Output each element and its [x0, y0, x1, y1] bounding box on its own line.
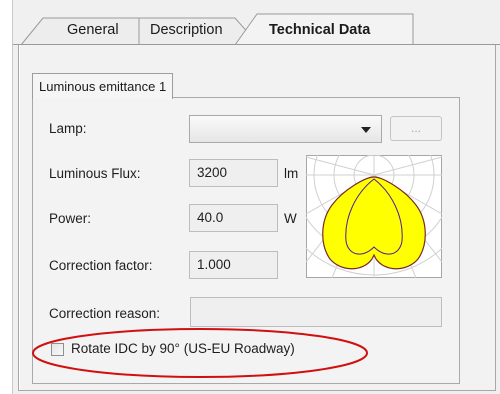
light-distribution-diagram: [306, 155, 442, 278]
lamp-label: Lamp:: [49, 121, 87, 136]
tab-strip: General Description Technical Data: [13, 0, 500, 46]
correction-factor-field[interactable]: 1.000: [189, 251, 278, 279]
chevron-down-icon: [361, 127, 371, 133]
tab-description[interactable]: Description: [150, 22, 223, 38]
correction-reason-label: Correction reason:: [49, 306, 161, 321]
correction-reason-field[interactable]: [190, 297, 442, 327]
luminous-flux-unit: lm: [284, 166, 299, 181]
lamp-browse-button[interactable]: ...: [390, 116, 442, 141]
subtab-luminous-emittance-1[interactable]: Luminous emittance 1: [32, 73, 174, 99]
luminous-flux-label: Luminous Flux:: [49, 166, 141, 181]
luminous-flux-field[interactable]: 3200: [189, 159, 278, 187]
tab-general[interactable]: General: [67, 22, 119, 38]
tab-technical-data[interactable]: Technical Data: [269, 22, 370, 38]
power-unit: W: [284, 211, 297, 226]
power-label: Power:: [49, 211, 92, 226]
power-field[interactable]: 40.0: [189, 204, 278, 232]
lamp-dropdown[interactable]: [189, 115, 382, 143]
rotate-idc-checkbox[interactable]: [51, 343, 64, 356]
correction-factor-label: Correction factor:: [49, 258, 153, 273]
rotate-idc-label[interactable]: Rotate IDC by 90° (US-EU Roadway): [71, 341, 295, 356]
